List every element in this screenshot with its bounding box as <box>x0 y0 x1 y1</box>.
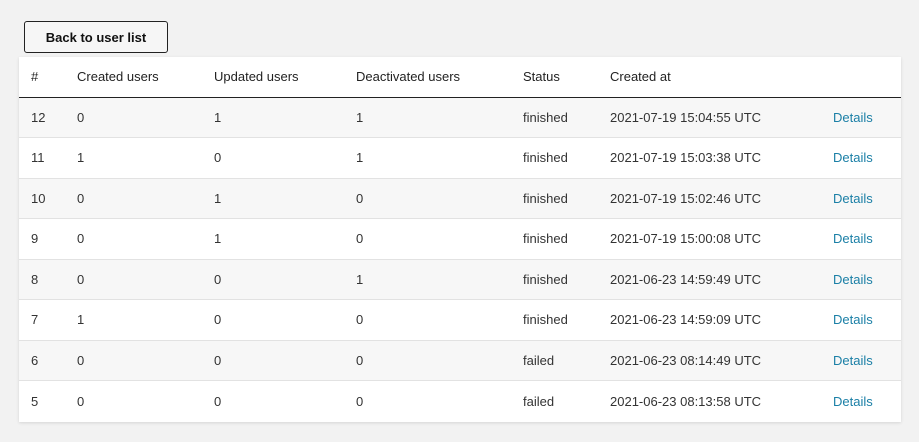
cell-number: 10 <box>19 178 67 219</box>
cell-number: 6 <box>19 340 67 381</box>
cell-updated-users: 0 <box>204 259 346 300</box>
column-header-deactivated-users: Deactivated users <box>346 57 513 98</box>
cell-deactivated-users: 0 <box>346 340 513 381</box>
table-row: 12 0 1 1 finished 2021-07-19 15:04:55 UTC Deta… <box>19 97 901 138</box>
cell-updated-users: 0 <box>204 380 346 421</box>
cell-deactivated-users: 0 <box>346 178 513 219</box>
cell-updated-users: 0 <box>204 137 346 179</box>
table-row: 10 0 1 0 finished 2021-07-19 15:02:46 UTC Deta… <box>19 178 901 219</box>
table-row: 5 0 0 0 failed 2021-06-23 08:13:58 UTC Details <box>19 380 901 421</box>
column-header-number: # <box>19 57 67 98</box>
cell-created-users: 1 <box>67 137 204 179</box>
cell-deactivated-users: 0 <box>346 380 513 421</box>
details-link[interactable]: Details <box>833 191 873 206</box>
cell-updated-users: 0 <box>204 299 346 341</box>
cell-deactivated-users: 0 <box>346 299 513 341</box>
cell-created-at: 2021-07-19 15:03:38 UTC <box>600 137 823 179</box>
table-body: 12 0 1 1 finished 2021-07-19 15:04:55 UTC Deta… <box>19 97 901 421</box>
cell-created-users: 1 <box>67 299 204 341</box>
cell-created-at: 2021-07-19 15:04:55 UTC <box>600 97 823 138</box>
cell-status: finished <box>513 218 600 260</box>
cell-deactivated-users: 1 <box>346 137 513 179</box>
cell-status: finished <box>513 97 600 138</box>
table-row: 7 1 0 0 finished 2021-06-23 14:59:09 UTC Detai… <box>19 299 901 341</box>
table-row: 11 1 0 1 finished 2021-07-19 15:03:38 UTC Deta… <box>19 137 901 179</box>
cell-number: 11 <box>19 137 67 179</box>
cell-number: 9 <box>19 218 67 260</box>
cell-status: finished <box>513 259 600 300</box>
details-link[interactable]: Details <box>833 312 873 327</box>
table-header-row: # Created users Updated users Deactivate… <box>19 57 901 98</box>
cell-created-users: 0 <box>67 340 204 381</box>
details-link[interactable]: Details <box>833 150 873 165</box>
cell-number: 8 <box>19 259 67 300</box>
cell-details: Details <box>823 97 901 138</box>
cell-created-users: 0 <box>67 178 204 219</box>
column-header-created-at: Created at <box>600 57 823 98</box>
sync-history-panel: # Created users Updated users Deactivate… <box>19 57 901 422</box>
cell-status: failed <box>513 380 600 421</box>
column-header-status: Status <box>513 57 600 98</box>
cell-created-users: 0 <box>67 380 204 421</box>
cell-created-at: 2021-06-23 14:59:09 UTC <box>600 299 823 341</box>
cell-deactivated-users: 1 <box>346 97 513 138</box>
cell-number: 7 <box>19 299 67 341</box>
cell-number: 5 <box>19 380 67 421</box>
details-link[interactable]: Details <box>833 394 873 409</box>
cell-created-at: 2021-06-23 14:59:49 UTC <box>600 259 823 300</box>
cell-created-users: 0 <box>67 259 204 300</box>
cell-updated-users: 1 <box>204 97 346 138</box>
cell-created-at: 2021-06-23 08:13:58 UTC <box>600 380 823 421</box>
cell-details: Details <box>823 299 901 341</box>
cell-status: finished <box>513 178 600 219</box>
cell-details: Details <box>823 380 901 421</box>
back-to-user-list-button[interactable]: Back to user list <box>24 21 168 53</box>
cell-deactivated-users: 1 <box>346 259 513 300</box>
cell-created-at: 2021-06-23 08:14:49 UTC <box>600 340 823 381</box>
details-link[interactable]: Details <box>833 353 873 368</box>
cell-details: Details <box>823 218 901 260</box>
table-row: 8 0 0 1 finished 2021-06-23 14:59:49 UTC Detai… <box>19 259 901 300</box>
cell-created-at: 2021-07-19 15:02:46 UTC <box>600 178 823 219</box>
cell-updated-users: 1 <box>204 218 346 260</box>
cell-details: Details <box>823 259 901 300</box>
details-link[interactable]: Details <box>833 110 873 125</box>
cell-deactivated-users: 0 <box>346 218 513 260</box>
cell-status: finished <box>513 137 600 179</box>
cell-created-users: 0 <box>67 218 204 260</box>
cell-details: Details <box>823 340 901 381</box>
column-header-created-users: Created users <box>67 57 204 98</box>
table-row: 6 0 0 0 failed 2021-06-23 08:14:49 UTC Details <box>19 340 901 381</box>
cell-details: Details <box>823 178 901 219</box>
cell-updated-users: 1 <box>204 178 346 219</box>
column-header-updated-users: Updated users <box>204 57 346 98</box>
column-header-actions <box>823 57 901 98</box>
cell-status: failed <box>513 340 600 381</box>
sync-history-table: # Created users Updated users Deactivate… <box>19 57 901 421</box>
cell-updated-users: 0 <box>204 340 346 381</box>
cell-created-at: 2021-07-19 15:00:08 UTC <box>600 218 823 260</box>
details-link[interactable]: Details <box>833 231 873 246</box>
cell-created-users: 0 <box>67 97 204 138</box>
details-link[interactable]: Details <box>833 272 873 287</box>
cell-details: Details <box>823 137 901 179</box>
table-row: 9 0 1 0 finished 2021-07-19 15:00:08 UTC Detai… <box>19 218 901 260</box>
cell-status: finished <box>513 299 600 341</box>
cell-number: 12 <box>19 97 67 138</box>
